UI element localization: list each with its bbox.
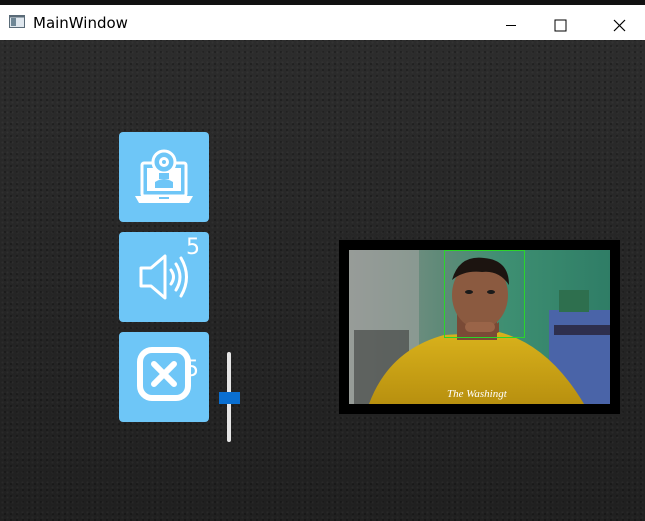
window-title: MainWindow <box>33 14 128 32</box>
main-window: MainWindow 5 5 The Washingt <box>0 0 645 521</box>
minimize-icon <box>506 25 516 26</box>
slider-handle[interactable] <box>219 392 240 404</box>
webcam-tile[interactable] <box>119 132 209 222</box>
shirt-text: The Washingt <box>447 388 508 400</box>
minimize-button[interactable] <box>488 10 534 40</box>
maximize-icon <box>554 19 566 31</box>
camera-feed-image: The Washingt <box>349 250 610 404</box>
close-tile[interactable]: 5 <box>119 332 209 422</box>
close-icon <box>613 19 625 31</box>
title-bar[interactable]: MainWindow <box>0 0 645 40</box>
laptop-webcam-icon <box>135 149 193 203</box>
face-detection-box <box>444 250 525 338</box>
close-box-icon <box>137 347 191 401</box>
maximize-button[interactable] <box>537 10 583 40</box>
app-window-icon <box>9 15 25 28</box>
camera-frame: The Washingt <box>339 240 620 414</box>
close-button[interactable] <box>596 10 642 40</box>
volume-count: 5 <box>186 235 200 260</box>
volume-tile[interactable]: 5 <box>119 232 209 322</box>
